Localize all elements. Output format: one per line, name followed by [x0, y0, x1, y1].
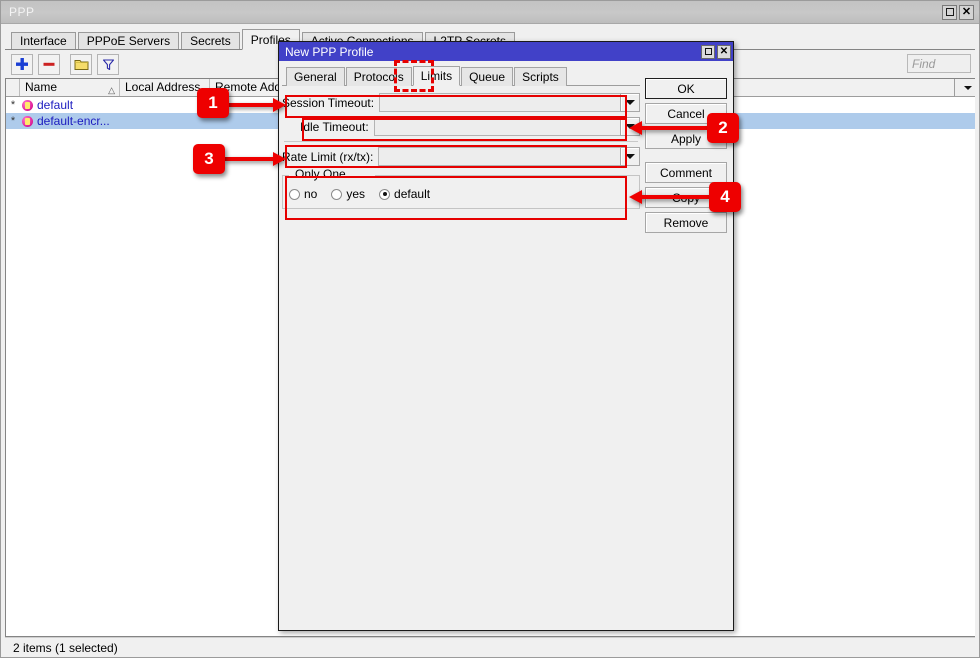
radio-indicator: [331, 189, 342, 200]
idle-timeout-label: Idle Timeout:: [300, 120, 374, 134]
rate-limit-input[interactable]: [378, 147, 620, 166]
row-name-label: default-encr...: [37, 114, 110, 128]
column-name-label: Name: [25, 80, 57, 94]
column-name[interactable]: Name △: [20, 79, 120, 96]
chevron-down-icon: [625, 154, 635, 159]
radio-only-one-no[interactable]: no: [289, 187, 317, 201]
radio-indicator-selected: [379, 189, 390, 200]
minus-icon: [42, 57, 56, 71]
add-button[interactable]: [11, 54, 33, 75]
session-timeout-field: Session Timeout:: [282, 93, 640, 112]
window-controls: ✕: [942, 5, 977, 20]
tab-general[interactable]: General: [286, 67, 345, 86]
restore-icon[interactable]: [942, 5, 957, 20]
row-name-label: default: [37, 98, 73, 112]
dialog-title: New PPP Profile: [285, 45, 701, 59]
idle-timeout-input[interactable]: [374, 117, 620, 136]
dialog-titlebar[interactable]: New PPP Profile ✕: [279, 42, 733, 61]
chevron-down-icon: [964, 86, 972, 90]
rate-limit-label: Rate Limit (rx/tx):: [282, 150, 378, 164]
row-name-cell: default-encr...: [20, 114, 120, 128]
session-timeout-input[interactable]: [379, 93, 620, 112]
row-name-cell: default: [20, 98, 120, 112]
profile-icon: [22, 100, 33, 111]
close-icon[interactable]: ✕: [959, 5, 974, 20]
close-icon[interactable]: ✕: [717, 45, 731, 59]
comment-button[interactable]: [70, 54, 92, 75]
funnel-icon: [102, 58, 115, 71]
ok-button[interactable]: OK: [645, 78, 727, 99]
tab-scripts[interactable]: Scripts: [514, 67, 567, 86]
only-one-legend: Only One: [291, 167, 350, 181]
screenshot-root: PPP ✕ Interface PPPoE Servers Secrets Pr…: [0, 0, 980, 658]
idle-timeout-field: Idle Timeout:: [300, 117, 640, 136]
panel-divider: [284, 141, 638, 142]
annotation-badge-4: 4: [709, 182, 741, 212]
radio-only-one-yes[interactable]: yes: [331, 187, 365, 201]
dialog-tabstrip: General Protocols Limits Queue Scripts: [282, 65, 640, 86]
search-placeholder: Find: [912, 57, 935, 71]
tab-interface[interactable]: Interface: [11, 32, 76, 50]
idle-timeout-dropdown-button[interactable]: [620, 117, 640, 136]
dialog-body: General Protocols Limits Queue Scripts S…: [279, 61, 733, 630]
rate-limit-dropdown-button[interactable]: [620, 147, 640, 166]
dialog-button-column: OK Cancel Apply Comment Copy Remove: [640, 65, 730, 627]
radio-label: no: [304, 187, 317, 201]
sort-ascending-icon: △: [108, 82, 115, 96]
row-flag: *: [6, 97, 20, 113]
remove-button[interactable]: [38, 54, 60, 75]
profile-icon: [22, 116, 33, 127]
rate-limit-field: Rate Limit (rx/tx):: [282, 147, 640, 166]
session-timeout-label: Session Timeout:: [282, 96, 379, 110]
new-ppp-profile-dialog: New PPP Profile ✕ General Protocols Limi…: [278, 41, 734, 631]
dialog-window-controls: ✕: [701, 45, 731, 59]
annotation-badge-3: 3: [193, 144, 225, 174]
annotation-badge-2: 2: [707, 113, 739, 143]
status-bar: 2 items (1 selected): [5, 637, 975, 657]
window-title: PPP: [9, 5, 942, 19]
column-chooser-button[interactable]: [954, 79, 975, 96]
filter-button[interactable]: [97, 54, 119, 75]
tab-pppoe-servers[interactable]: PPPoE Servers: [78, 32, 179, 50]
chevron-down-icon: [625, 100, 635, 105]
search-input[interactable]: Find: [907, 54, 971, 73]
restore-icon[interactable]: [701, 45, 715, 59]
dialog-content: General Protocols Limits Queue Scripts S…: [282, 65, 640, 627]
tab-queue[interactable]: Queue: [461, 67, 513, 86]
tab-protocols[interactable]: Protocols: [346, 67, 412, 86]
radio-only-one-default[interactable]: default: [379, 187, 430, 201]
tab-limits[interactable]: Limits: [413, 66, 460, 86]
remove-button[interactable]: Remove: [645, 212, 727, 233]
column-flags: [6, 79, 20, 96]
status-text: 2 items (1 selected): [13, 641, 118, 655]
limits-panel: Session Timeout: Idle Timeout:: [282, 86, 640, 627]
tab-secrets[interactable]: Secrets: [181, 32, 240, 50]
radio-label: default: [394, 187, 430, 201]
radio-label: yes: [346, 187, 365, 201]
window-titlebar: PPP ✕: [1, 1, 979, 24]
only-one-group: Only One no yes: [282, 175, 640, 209]
radio-indicator: [289, 189, 300, 200]
folder-icon: [74, 58, 89, 71]
session-timeout-dropdown-button[interactable]: [620, 93, 640, 112]
chevron-down-icon: [625, 124, 635, 129]
plus-icon: [15, 57, 29, 71]
annotation-badge-1: 1: [197, 88, 229, 118]
comment-button[interactable]: Comment: [645, 162, 727, 183]
row-flag: *: [6, 113, 20, 129]
